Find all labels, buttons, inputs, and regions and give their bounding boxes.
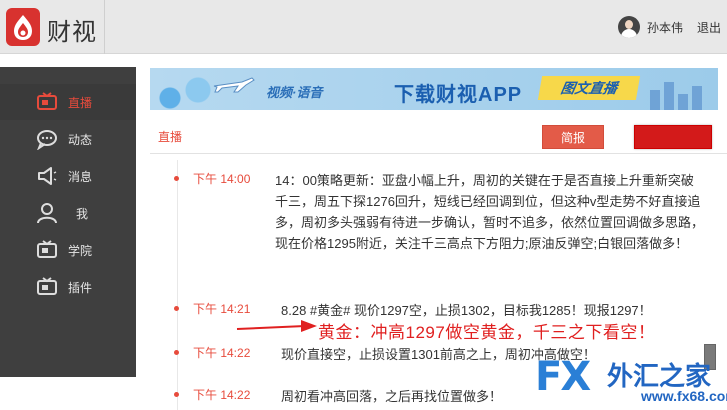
tv-icon [37, 277, 57, 295]
sidebar-spacer [0, 55, 150, 67]
page-title: 直播 [158, 130, 183, 144]
brief-button[interactable]: 简报 [542, 125, 604, 149]
watermark-fx: FX [535, 354, 591, 400]
timeline-dot [174, 176, 179, 181]
sidebar-item-label: 消息 [68, 170, 93, 184]
timeline-dot [174, 392, 179, 397]
logout-link[interactable]: 退出 [697, 19, 721, 36]
avatar-head [625, 20, 633, 29]
content-header: 直播 简报 [150, 116, 727, 154]
sidebar-item-label: 插件 [68, 281, 93, 295]
banner-building [692, 86, 702, 110]
entry-time: 下午 14:21 [193, 302, 251, 316]
user-name[interactable]: 孙本伟 [647, 19, 683, 36]
avatar-body [621, 29, 637, 38]
timeline-dot [174, 350, 179, 355]
banner-subtitle: 视频·语音 [266, 85, 323, 100]
header-divider [104, 0, 105, 54]
sidebar-item-label: 学院 [68, 244, 93, 258]
tv-icon [37, 240, 57, 258]
banner-building [664, 82, 674, 110]
timeline-line [177, 160, 178, 410]
sidebar: 直播 动态 消息 我 学院 插件 [0, 67, 136, 377]
top-bar: 财视 孙本伟 退出 [0, 0, 727, 54]
app-logo-icon[interactable] [6, 8, 40, 46]
avatar[interactable] [618, 16, 640, 38]
airplane-icon [213, 77, 255, 93]
sidebar-item-messages[interactable]: 消息 [0, 158, 136, 194]
entry-time: 下午 14:22 [193, 346, 251, 360]
entry-time: 下午 14:22 [193, 388, 251, 402]
sidebar-item-label: 我 [76, 207, 89, 221]
megaphone-icon [38, 167, 57, 185]
entry-time: 下午 14:00 [193, 172, 251, 186]
watermark: FX 外汇之家 www.fx68.com [535, 350, 727, 410]
app-name: 财视 [47, 18, 97, 46]
user-icon [37, 203, 57, 224]
app-download-banner[interactable]: 视频·语音 下载财视APP 图文直播 [150, 68, 718, 110]
sidebar-item-label: 动态 [68, 133, 93, 147]
action-button[interactable] [634, 125, 712, 149]
annotation-text: 黄金：冲高1297做空黄金，千三之下看空！ [318, 323, 656, 342]
sidebar-item-live[interactable]: 直播 [0, 84, 136, 120]
tv-icon [37, 92, 57, 110]
banner-title: 下载财视APP [394, 84, 523, 106]
sidebar-item-label: 直播 [68, 96, 93, 110]
banner-tag: 图文直播 [537, 76, 641, 100]
timeline-dot [174, 306, 179, 311]
banner-building [678, 94, 688, 110]
entry-text: 14：00策略更新：亚盘小幅上升，周初的关键在于是否直接上升重新突破千三，周五下… [275, 173, 705, 251]
banner-building [650, 90, 660, 110]
chat-bubble-icon [37, 130, 57, 150]
watermark-url: www.fx68.com [641, 388, 727, 404]
sidebar-item-academy[interactable]: 学院 [0, 232, 136, 268]
sidebar-item-plugins[interactable]: 插件 [0, 269, 136, 305]
sidebar-item-me[interactable]: 我 [0, 195, 136, 231]
sidebar-item-feed[interactable]: 动态 [0, 121, 136, 157]
annotation-arrow-icon [236, 320, 317, 332]
